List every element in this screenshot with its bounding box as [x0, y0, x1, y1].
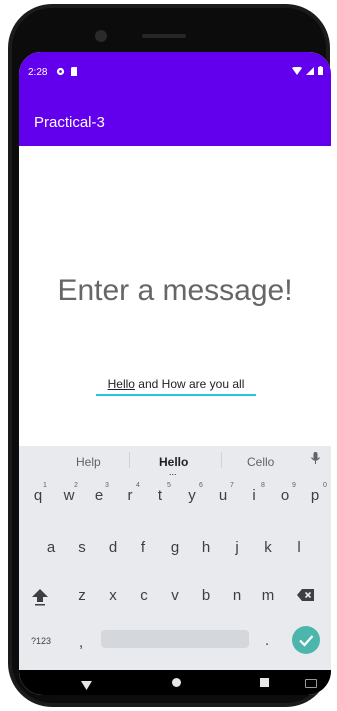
keyboard-switch-icon[interactable] — [305, 679, 317, 688]
navigation-bar — [19, 670, 331, 695]
message-input[interactable]: Hello and How are you all — [96, 377, 256, 396]
key-n[interactable]: n — [231, 587, 243, 604]
key-hint: 4 — [136, 482, 140, 489]
suggestion-strip: Help Hello ... Cello — [19, 446, 331, 477]
soft-keyboard: Help Hello ... Cello 1 2 3 4 5 6 7 8 9 0… — [19, 446, 331, 695]
enter-button[interactable] — [292, 626, 320, 654]
suggestion-more-dots: ... — [169, 467, 177, 477]
key-l[interactable]: l — [294, 539, 304, 556]
key-x[interactable]: x — [107, 587, 119, 604]
key-u[interactable]: u — [217, 487, 229, 504]
app-title: Practical-3 — [34, 114, 105, 131]
key-j[interactable]: j — [232, 539, 242, 556]
recents-icon[interactable] — [260, 678, 269, 687]
status-time: 2:28 — [28, 67, 48, 78]
key-m[interactable]: m — [261, 587, 275, 604]
sync-icon — [56, 67, 71, 78]
key-w[interactable]: w — [62, 487, 76, 504]
space-bar[interactable] — [101, 630, 249, 648]
key-f[interactable]: f — [138, 539, 148, 556]
key-h[interactable]: h — [200, 539, 212, 556]
suggestion-cello[interactable]: Cello — [247, 455, 274, 469]
key-d[interactable]: d — [107, 539, 119, 556]
input-rest-text: and How are you all — [134, 377, 245, 391]
key-v[interactable]: v — [169, 587, 181, 604]
app-bar: Practical-3 — [19, 100, 331, 146]
backspace-icon[interactable] — [297, 588, 315, 607]
status-bar: 2:28 — [19, 52, 331, 100]
key-o[interactable]: o — [279, 487, 291, 504]
key-hint: 9 — [292, 482, 296, 489]
device-screen: 2:28 Practical-3 Enter a message! Hello — [19, 52, 331, 695]
key-q[interactable]: q — [32, 487, 44, 504]
key-b[interactable]: b — [200, 587, 212, 604]
key-r[interactable]: r — [125, 487, 135, 504]
symbols-key[interactable]: ?123 — [31, 636, 51, 646]
home-icon[interactable] — [172, 678, 181, 687]
key-g[interactable]: g — [169, 539, 181, 556]
key-i[interactable]: i — [249, 487, 259, 504]
key-z[interactable]: z — [76, 587, 88, 604]
earpiece-speaker — [142, 34, 186, 38]
key-c[interactable]: c — [138, 587, 150, 604]
sd-card-icon — [70, 67, 78, 78]
comma-key[interactable]: , — [79, 634, 83, 651]
signal-icon — [306, 67, 318, 78]
key-hint: 3 — [105, 482, 109, 489]
suggestion-divider — [221, 452, 222, 468]
key-hint: 7 — [230, 482, 234, 489]
suggestion-help[interactable]: Help — [76, 455, 101, 469]
key-y[interactable]: y — [186, 487, 198, 504]
battery-icon — [318, 66, 323, 78]
main-content: Enter a message! Hello and How are you a… — [19, 146, 331, 446]
key-a[interactable]: a — [45, 539, 57, 556]
shift-key-icon[interactable] — [31, 588, 49, 611]
wifi-icon — [292, 66, 306, 78]
microphone-icon[interactable] — [311, 452, 320, 464]
key-k[interactable]: k — [262, 539, 274, 556]
back-icon[interactable] — [81, 677, 92, 695]
period-key[interactable]: . — [265, 632, 269, 649]
front-camera — [95, 30, 107, 42]
key-hint: 6 — [199, 482, 203, 489]
key-hint: 5 — [167, 482, 171, 489]
check-icon — [292, 635, 320, 658]
key-hint: 0 — [323, 482, 327, 489]
key-s[interactable]: s — [76, 539, 88, 556]
key-e[interactable]: e — [93, 487, 105, 504]
key-t[interactable]: t — [155, 487, 165, 504]
key-p[interactable]: p — [309, 487, 321, 504]
status-right-icons — [292, 66, 323, 78]
headline-text: Enter a message! — [57, 274, 293, 307]
input-underlined-word: Hello — [107, 377, 135, 391]
status-left-icons — [56, 67, 78, 78]
key-hint: 8 — [261, 482, 265, 489]
suggestion-divider — [129, 452, 130, 468]
